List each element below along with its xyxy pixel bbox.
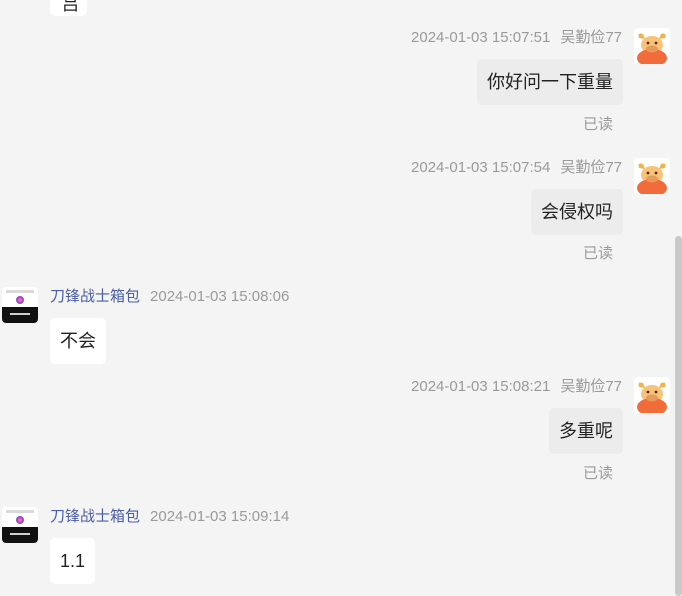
- message-text: 多重呢: [559, 421, 613, 441]
- user-avatar-icon[interactable]: [634, 28, 670, 64]
- message-text: 你好问一下重量: [487, 72, 613, 92]
- read-status: 已读: [582, 245, 613, 262]
- message-meta: 2024-01-03 15:07:51 吴勤俭77: [411, 28, 622, 48]
- message-bubble[interactable]: 不会: [50, 318, 106, 364]
- message-bubble[interactable]: 你好问一下重量: [477, 59, 623, 105]
- message-text: 吕: [62, 0, 79, 14]
- sender-name: 吴勤俭77: [560, 29, 622, 46]
- read-status: 已读: [582, 116, 613, 133]
- message-meta: 2024-01-03 15:08:21 吴勤俭77: [411, 377, 622, 397]
- seller-avatar-icon[interactable]: [2, 287, 38, 323]
- read-status: 已读: [582, 465, 613, 482]
- message-timestamp: 2024-01-03 15:08:06: [150, 288, 290, 305]
- message-meta: 2024-01-03 15:07:54 吴勤俭77: [411, 158, 622, 178]
- message-timestamp: 2024-01-03 15:08:21: [411, 378, 551, 395]
- message-text: 会侵权吗: [541, 202, 613, 222]
- message-bubble-partial: 吕: [50, 0, 87, 16]
- message-meta: 刀锋战士箱包 2024-01-03 15:09:14: [50, 507, 289, 527]
- sender-name: 刀锋战士箱包: [50, 508, 141, 525]
- message-bubble[interactable]: 会侵权吗: [531, 189, 623, 235]
- user-avatar-icon[interactable]: [634, 158, 670, 194]
- seller-avatar-icon[interactable]: [2, 507, 38, 543]
- message-text: 不会: [60, 331, 96, 351]
- message-timestamp: 2024-01-03 15:09:14: [150, 508, 290, 525]
- sender-name: 刀锋战士箱包: [50, 288, 141, 305]
- sender-name: 吴勤俭77: [560, 378, 622, 395]
- message-meta: 刀锋战士箱包 2024-01-03 15:08:06: [50, 287, 289, 307]
- message-timestamp: 2024-01-03 15:07:54: [411, 159, 551, 176]
- message-timestamp: 2024-01-03 15:07:51: [411, 29, 551, 46]
- user-avatar-icon[interactable]: [634, 377, 670, 413]
- message-text: 1.1: [60, 551, 86, 571]
- sender-name: 吴勤俭77: [560, 159, 622, 176]
- chat-message-list[interactable]: 吕 2024-01-03 15:07:51 吴勤俭77 你好问一下重量 已读 20…: [0, 0, 682, 596]
- scrollbar-thumb[interactable]: [675, 236, 682, 596]
- message-bubble[interactable]: 多重呢: [549, 408, 623, 454]
- message-bubble[interactable]: 1.1: [50, 538, 96, 584]
